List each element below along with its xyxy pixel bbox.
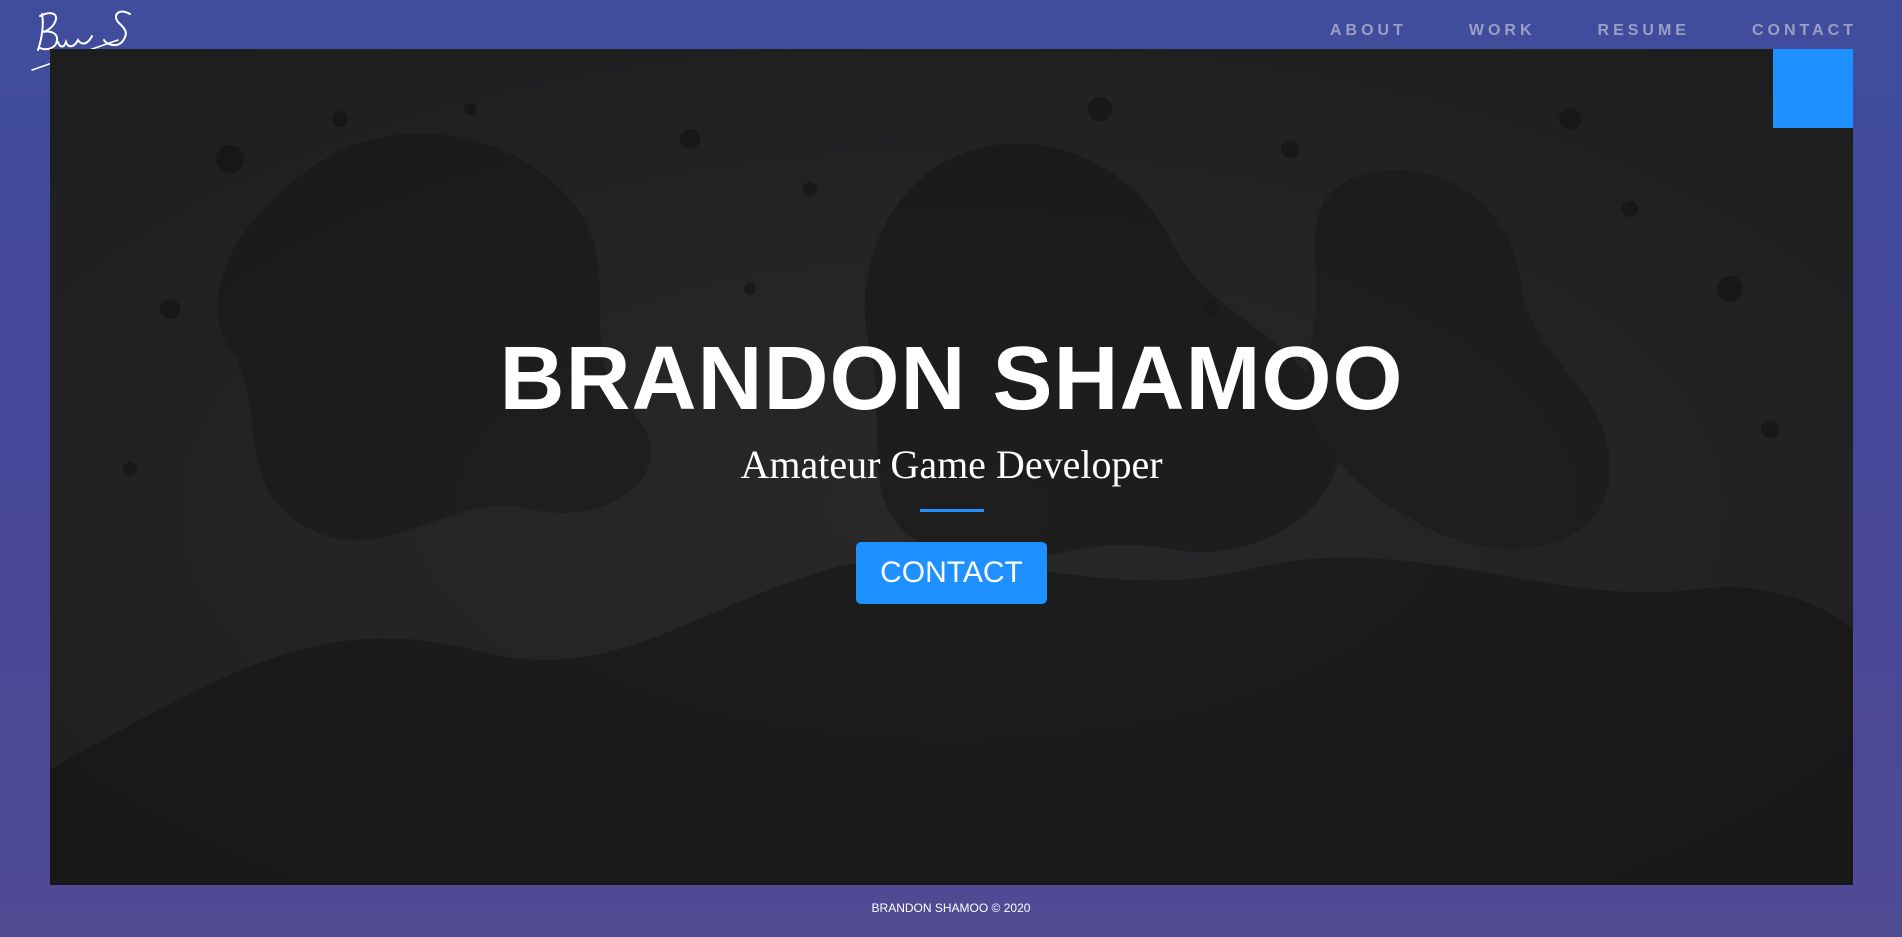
main-nav: ABOUT WORK RESUME CONTACT: [1268, 22, 1857, 40]
hero-subtitle: Amateur Game Developer: [740, 442, 1163, 487]
accent-square: [1773, 49, 1853, 128]
nav-item-contact[interactable]: CONTACT: [1752, 22, 1857, 40]
hero-section: BRANDON SHAMOO Amateur Game Developer CO…: [50, 49, 1853, 885]
hero-divider: [919, 509, 984, 512]
nav-item-about[interactable]: ABOUT: [1330, 22, 1407, 40]
footer-copyright: BRANDON SHAMOO © 2020: [871, 901, 1031, 915]
hero-content: BRANDON SHAMOO Amateur Game Developer CO…: [50, 329, 1853, 604]
nav-item-work[interactable]: WORK: [1469, 22, 1536, 40]
nav-item-resume[interactable]: RESUME: [1598, 22, 1690, 40]
contact-button[interactable]: CONTACT: [856, 542, 1047, 604]
hero-title: BRANDON SHAMOO: [499, 329, 1404, 429]
